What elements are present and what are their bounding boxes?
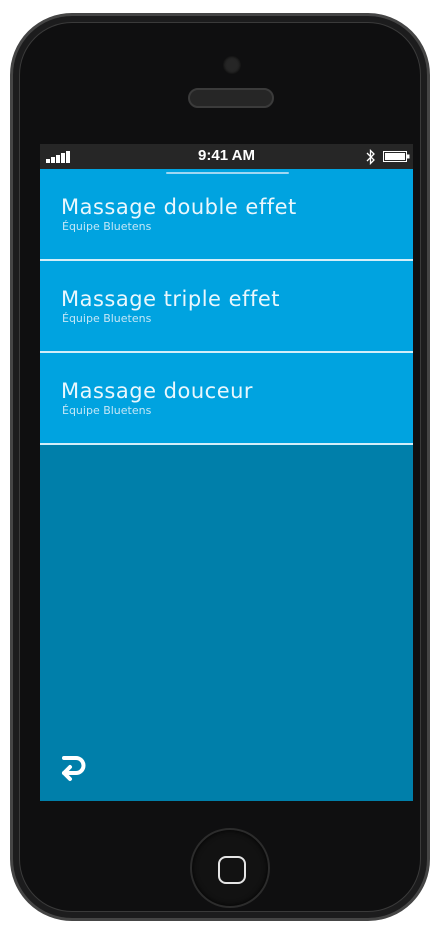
status-bar: 9:41 AM — [40, 144, 413, 169]
return-arrow-icon — [62, 756, 86, 781]
home-square-icon — [218, 856, 246, 884]
pull-handle[interactable] — [166, 172, 289, 174]
home-button[interactable] — [190, 828, 270, 908]
item-subtitle: Équipe Bluetens — [62, 404, 152, 417]
item-title: Massage triple effet — [61, 287, 280, 311]
massage-list: Massage double effet Équipe Bluetens Mas… — [40, 169, 413, 445]
item-subtitle: Équipe Bluetens — [62, 220, 152, 233]
item-title: Massage double effet — [61, 195, 297, 219]
item-subtitle: Équipe Bluetens — [62, 312, 152, 325]
battery-icon — [383, 151, 410, 162]
list-item[interactable]: Massage triple effet Équipe Bluetens — [40, 261, 413, 353]
bluetooth-icon — [366, 149, 375, 165]
earpiece-speaker — [188, 88, 274, 108]
app-screen: 9:41 AM Massage double effet Équipe Blue… — [40, 144, 413, 801]
front-camera — [223, 56, 241, 74]
list-item[interactable]: Massage double effet Équipe Bluetens — [40, 169, 413, 261]
list-item[interactable]: Massage douceur Équipe Bluetens — [40, 353, 413, 445]
item-title: Massage douceur — [61, 379, 254, 403]
back-button[interactable] — [56, 752, 90, 786]
status-time: 9:41 AM — [198, 147, 255, 164]
